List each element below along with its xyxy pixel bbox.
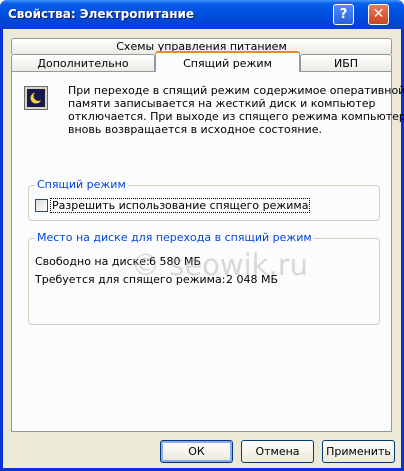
cancel-button[interactable]: Отмена — [241, 440, 314, 463]
tab-hibernate[interactable]: Спящий режим — [155, 51, 300, 72]
description-line: отключается. При выходе из спящего режим… — [68, 110, 404, 123]
ok-button[interactable]: ОК — [160, 440, 233, 463]
apply-button[interactable]: Применить — [322, 440, 395, 463]
hibernate-groupbox: Спящий режим Разрешить использование спя… — [28, 178, 380, 221]
dialog-client-area: Схемы управления питанием Дополнительно … — [3, 29, 404, 468]
window-title: Свойства: Электропитание — [8, 7, 195, 21]
close-icon: ✕ — [372, 6, 385, 22]
tab-ups[interactable]: ИБП — [300, 54, 392, 71]
enable-hibernate-checkbox[interactable] — [35, 199, 48, 212]
hibernate-group-label: Спящий режим — [35, 178, 128, 192]
moon-monitor-icon — [24, 86, 48, 110]
help-icon: ? — [339, 7, 348, 22]
properties-window: Свойства: Электропитание ? ✕ Схемы управ… — [0, 0, 404, 471]
help-button[interactable]: ? — [333, 4, 354, 25]
enable-hibernate-label[interactable]: Разрешить использование спящего режима — [50, 198, 311, 213]
hibernate-description: При переходе в спящий режим содержимое о… — [68, 84, 404, 136]
description-line: памяти записывается на жесткий диск и ко… — [68, 97, 376, 110]
description-line: вновь возвращается в исходное состояние. — [68, 123, 322, 136]
close-button[interactable]: ✕ — [368, 4, 389, 25]
description-line: При переходе в спящий режим содержимое о… — [68, 84, 404, 97]
title-bar[interactable]: Свойства: Электропитание ? ✕ — [0, 0, 404, 29]
tab-advanced[interactable]: Дополнительно — [11, 54, 155, 71]
disk-space-group-label: Место на диске для перехода в спящий реж… — [35, 231, 314, 245]
watermark-text: © seowik.ru — [131, 248, 309, 282]
